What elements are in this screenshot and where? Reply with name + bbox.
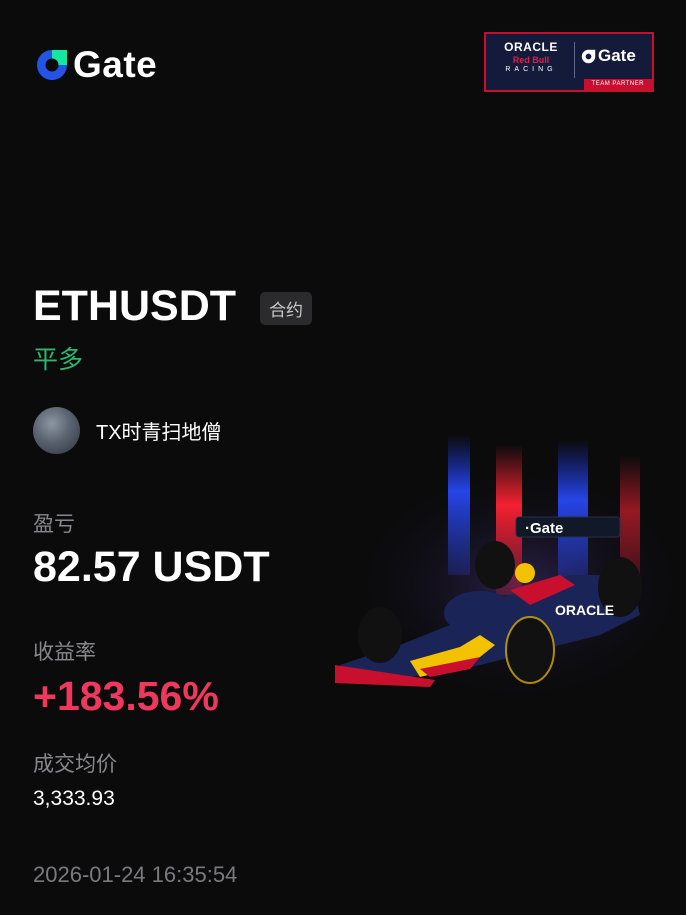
oracle-redbull-logo: ORACLE Red Bull RACING (494, 40, 568, 73)
roi-value: +183.56% (33, 673, 219, 719)
avg-price-label: 成交均价 (33, 753, 117, 776)
pnl-label: 盈亏 (33, 513, 75, 536)
pair-row: ETHUSDT 合约 (33, 282, 313, 331)
pnl-value: 82.57 USDT (33, 543, 270, 591)
gate-logo-icon (581, 49, 596, 63)
f1-car-illustration: ·Gate ORACLE (335, 435, 686, 705)
redbull-text: Red Bull (512, 55, 550, 65)
partner-tag: TEAM PARTNER (583, 79, 652, 90)
avg-price-value: 3,333.93 (33, 787, 115, 810)
svg-text:·Gate: ·Gate (525, 520, 563, 537)
contract-badge: 合约 (260, 292, 313, 325)
user-info: TX时青扫地僧 (33, 407, 222, 454)
racing-text: RACING (505, 66, 557, 73)
roi-label: 收益率 (33, 641, 96, 664)
svg-text:ORACLE: ORACLE (555, 602, 614, 618)
username: TX时青扫地僧 (96, 422, 222, 444)
brand-name: Gate (73, 44, 158, 85)
partner-gate-text: Gate (598, 46, 636, 65)
gate-logo: Gate (33, 44, 157, 86)
partner-divider (574, 42, 575, 78)
avatar (33, 407, 80, 454)
position-side: 平多 (33, 346, 84, 374)
gate-logo-icon (37, 50, 67, 80)
timestamp: 2026-01-24 16:35:54 (33, 862, 238, 887)
partner-gate-logo: Gate (580, 46, 636, 66)
team-partner-badge: ORACLE Red Bull RACING Gate TEAM PARTNER (484, 32, 654, 92)
oracle-text: ORACLE (504, 40, 558, 54)
trading-pair: ETHUSDT (33, 282, 237, 330)
